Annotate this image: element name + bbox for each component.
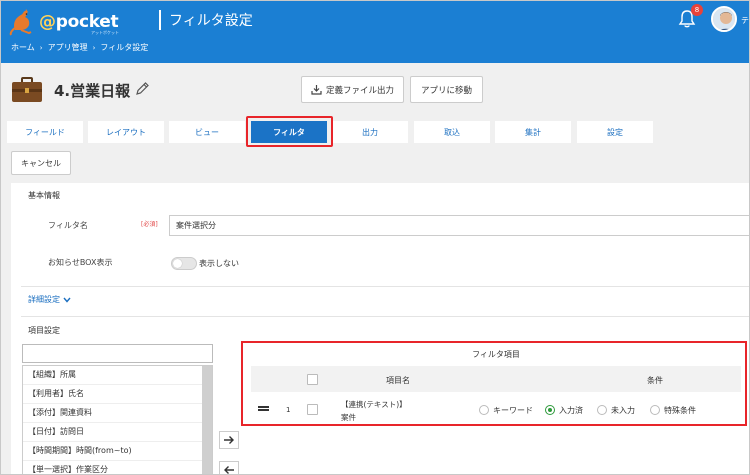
breadcrumb-app-management[interactable]: アプリ管理	[48, 42, 88, 53]
list-item[interactable]: 【単一選択】作業区分	[23, 461, 203, 474]
chevron-down-icon	[63, 297, 71, 303]
condition-radio-not-entered[interactable]	[597, 405, 607, 415]
user-name: テ	[741, 16, 749, 25]
row-index: 1	[286, 406, 291, 414]
list-scrollbar[interactable]	[202, 366, 212, 474]
notice-box-toggle[interactable]	[171, 257, 197, 270]
app-window: @pocket アットポケット フィルタ設定 ホーム › アプリ管理 › フィル…	[0, 0, 750, 475]
title-separator	[159, 10, 161, 30]
breadcrumb-arrow-icon: ›	[39, 43, 43, 52]
logo-text: @pocket	[39, 12, 119, 32]
logo-subtext: アットポケット	[91, 30, 119, 35]
condition-radio-entered[interactable]	[545, 405, 555, 415]
user-photo-icon	[713, 8, 735, 30]
cancel-button[interactable]: キャンセル	[11, 151, 71, 175]
item-settings-heading: 項目設定	[28, 326, 60, 335]
notice-box-label: お知らせBOX表示	[48, 258, 113, 267]
list-item[interactable]: 【利用者】氏名	[23, 385, 203, 404]
detail-settings-label: 詳細設定	[28, 295, 60, 304]
column-item-name: 項目名	[386, 376, 410, 385]
filter-items-title: フィルタ項目	[472, 350, 520, 359]
item-search-input[interactable]	[22, 344, 213, 363]
notice-box-toggle-label: 表示しない	[199, 259, 239, 268]
go-to-app-button[interactable]: アプリに移動	[410, 76, 483, 103]
pencil-edit-icon[interactable]	[134, 81, 150, 97]
basic-info-heading: 基本情報	[28, 191, 60, 200]
filter-name-label: フィルタ名	[48, 221, 88, 230]
drag-handle-icon[interactable]	[258, 406, 269, 411]
list-item[interactable]: 【時間期間】時間(from~to)	[23, 442, 203, 461]
breadcrumb-arrow-icon: ›	[92, 43, 96, 52]
condition-keyword-label: キーワード	[493, 406, 533, 415]
remove-item-button[interactable]	[219, 461, 239, 474]
kangaroo-logo-icon	[9, 9, 32, 36]
condition-radio-keyword[interactable]	[479, 405, 489, 415]
tab-aggregate[interactable]: 集計	[495, 121, 571, 143]
arrow-left-icon	[224, 466, 234, 474]
condition-radio-special[interactable]	[650, 405, 660, 415]
top-header: @pocket アットポケット フィルタ設定 ホーム › アプリ管理 › フィル…	[1, 1, 749, 63]
notification-badge: 8	[691, 4, 703, 16]
filter-name-input[interactable]: 案件選択分	[169, 215, 749, 236]
required-badge: [必須]	[141, 221, 158, 228]
list-item[interactable]: 【組織】所属	[23, 366, 203, 385]
tab-import[interactable]: 取込	[414, 121, 490, 143]
tab-output[interactable]: 出力	[332, 121, 408, 143]
section-divider	[21, 286, 749, 287]
filter-table-header	[251, 366, 741, 392]
condition-not-entered-label: 未入力	[611, 406, 635, 415]
briefcase-icon	[12, 77, 42, 102]
export-button-label: 定義ファイル出力	[325, 85, 394, 96]
arrow-right-icon	[224, 436, 234, 444]
tab-view[interactable]: ビュー	[169, 121, 245, 143]
detail-settings-toggle[interactable]: 詳細設定	[28, 294, 71, 305]
breadcrumb-home[interactable]: ホーム	[11, 42, 35, 53]
list-item[interactable]: 【添付】関連資料	[23, 404, 203, 423]
download-icon	[311, 85, 322, 95]
breadcrumb: ホーム › アプリ管理 › フィルタ設定	[11, 42, 148, 53]
tab-layout[interactable]: レイアウト	[88, 121, 164, 143]
condition-special-label: 特殊条件	[664, 406, 696, 415]
row-checkbox[interactable]	[307, 404, 318, 415]
page-title: 4.営業日報	[54, 82, 131, 100]
column-condition: 条件	[647, 376, 663, 385]
row-item-name: 案件	[341, 413, 356, 422]
add-item-button[interactable]	[219, 431, 239, 449]
tab-field[interactable]: フィールド	[7, 121, 83, 143]
export-definition-button[interactable]: 定義ファイル出力	[301, 76, 404, 103]
row-item-name-type: 【連携(テキスト)】	[341, 400, 407, 409]
active-tab-highlight	[246, 116, 333, 147]
condition-entered-label: 入力済	[559, 406, 583, 415]
select-all-checkbox[interactable]	[307, 374, 318, 385]
user-avatar[interactable]	[711, 6, 737, 32]
app-title: フィルタ設定	[169, 13, 253, 29]
list-item[interactable]: 【日付】訪問日	[23, 423, 203, 442]
section-divider	[21, 316, 749, 317]
tab-settings[interactable]: 設定	[577, 121, 653, 143]
available-items-list: 【組織】所属 【利用者】氏名 【添付】関連資料 【日付】訪問日 【時間期間】時間…	[22, 365, 213, 474]
breadcrumb-current: フィルタ設定	[100, 43, 149, 52]
